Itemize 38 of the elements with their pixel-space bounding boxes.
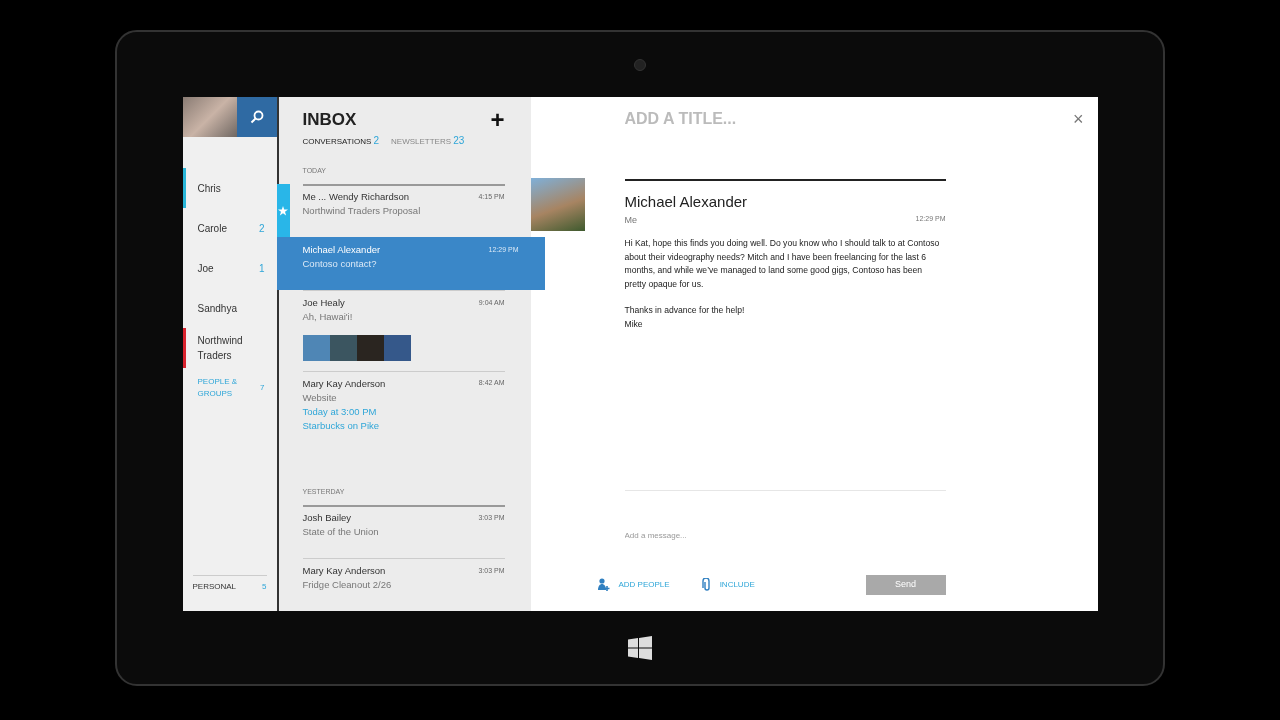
- sender-name: Joe Healy: [302, 296, 345, 310]
- search-icon: [249, 110, 264, 124]
- sender-name: Me ... Wendy Richardson: [302, 190, 409, 204]
- sender-name: Mary Kay Anderson: [302, 376, 386, 391]
- search-button[interactable]: [236, 97, 277, 137]
- profile-photo-placeholder: [182, 97, 237, 137]
- message-subject: Contoso contact?: [302, 257, 378, 272]
- camera-icon: [634, 58, 646, 71]
- close-button[interactable]: ×: [1073, 110, 1084, 128]
- photo-thumbnail: [302, 334, 330, 361]
- person-plus-icon: [596, 578, 611, 592]
- tab[interactable]: CONVERSATIONS 2: [302, 132, 380, 148]
- message-subject: Ah, Hawai'i!: [302, 310, 354, 325]
- photo-thumbnail: [329, 334, 357, 361]
- message-subject: Website: [302, 390, 338, 405]
- sender-name: Michael Alexander: [302, 243, 381, 257]
- photo-thumbnail: [356, 334, 384, 361]
- sender-name: Michael Alexander: [624, 192, 749, 212]
- add-button[interactable]: +: [490, 107, 505, 133]
- contact-nav-item[interactable]: Sandhya: [182, 288, 277, 328]
- personal-nav-item[interactable]: PERSONAL 5: [192, 575, 267, 593]
- inbox-title: INBOX: [302, 109, 357, 131]
- sender-photo-placeholder: [530, 178, 585, 231]
- contact-nav-item[interactable]: Joe 1: [182, 248, 277, 288]
- message-subject: Northwind Traders Proposal: [302, 204, 422, 219]
- message-paragraph: Thanks in advance for the help! Mike: [624, 304, 746, 331]
- photo-thumbnail: [383, 334, 411, 361]
- contact-nav-item[interactable]: Carole 2: [182, 208, 277, 248]
- paperclip-icon: [701, 578, 712, 592]
- windows-logo-icon[interactable]: [628, 635, 652, 660]
- event-detail: Today at 3:00 PM: [302, 405, 378, 419]
- event-detail: Starbucks on Pike: [302, 419, 381, 434]
- recipient: Me: [624, 213, 637, 227]
- sender-name: Mary Kay Anderson: [302, 564, 386, 578]
- message-subject: State of the Union: [302, 525, 380, 540]
- message-paragraph: Hi Kat, hope this finds you doing well. Do you know who I should talk to at Contoso about their videography needs? Mitch and I have been freelancing for the last 6 months, and while we’ve managed to land some good gigs, Contoso has been pretty opaque for us.: [624, 237, 941, 291]
- message-subject: Fridge Cleanout 2/26: [302, 578, 393, 593]
- sender-name: Josh Bailey: [302, 511, 352, 525]
